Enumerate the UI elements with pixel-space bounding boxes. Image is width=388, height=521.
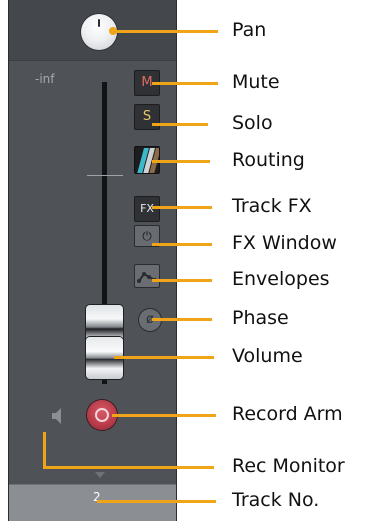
label-volume: Volume bbox=[232, 345, 303, 367]
callout-vline-rec-monitor bbox=[43, 432, 46, 469]
power-icon: ⏻ bbox=[142, 229, 152, 243]
track-fx-button[interactable]: FX bbox=[134, 196, 160, 222]
label-routing: Routing bbox=[232, 149, 305, 171]
solo-button[interactable]: S bbox=[134, 104, 160, 130]
label-mute: Mute bbox=[232, 71, 280, 93]
label-envelopes: Envelopes bbox=[232, 268, 330, 290]
record-icon bbox=[95, 408, 109, 422]
callout-line-pan bbox=[112, 30, 218, 33]
rec-monitor-button[interactable] bbox=[49, 406, 67, 426]
label-record-arm: Record Arm bbox=[232, 403, 343, 425]
callout-line-fx-window bbox=[152, 243, 212, 246]
envelopes-button[interactable] bbox=[134, 264, 160, 288]
volume-readout: -inf bbox=[35, 72, 55, 86]
label-track-fx: Track FX bbox=[232, 195, 312, 217]
label-phase: Phase bbox=[232, 307, 289, 329]
callout-line-mute bbox=[152, 82, 218, 85]
label-track-no: Track No. bbox=[232, 489, 320, 511]
envelope-icon bbox=[137, 272, 157, 283]
speaker-icon bbox=[52, 408, 61, 424]
label-rec-monitor: Rec Monitor bbox=[232, 455, 345, 477]
label-pan: Pan bbox=[232, 19, 267, 41]
callout-line-record-arm bbox=[112, 414, 216, 417]
pan-knob-indicator bbox=[98, 19, 100, 27]
callout-line-solo bbox=[152, 123, 208, 126]
callout-line-volume bbox=[114, 356, 214, 359]
fader-unity-mark bbox=[87, 175, 123, 176]
callout-line-rec-monitor bbox=[43, 466, 214, 469]
label-solo: Solo bbox=[232, 112, 273, 134]
callout-line-phase bbox=[152, 318, 212, 321]
callout-line-envelopes bbox=[152, 279, 212, 282]
callout-line-routing bbox=[152, 160, 210, 163]
callout-line-track-no bbox=[97, 500, 216, 503]
track-number-marker bbox=[95, 472, 105, 478]
callout-line-track-fx bbox=[152, 206, 212, 209]
mixer-channel-strip: -inf M S FX ⏻ ø 2 bbox=[8, 0, 177, 521]
callout-dot-pan bbox=[109, 27, 117, 35]
label-fx-window: FX Window bbox=[232, 232, 337, 254]
